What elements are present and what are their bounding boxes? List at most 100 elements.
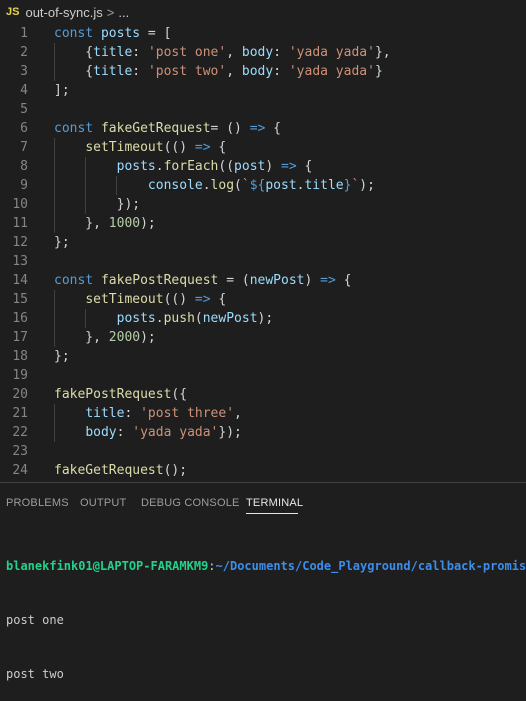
code-token: fakePostRequest <box>54 387 172 402</box>
code-line[interactable]: 8 posts.forEach((post) => { <box>0 157 526 176</box>
code-text: {title: 'post two', body: 'yada yada'} <box>54 62 383 81</box>
code-line[interactable]: 18}; <box>0 347 526 366</box>
terminal-user-host: blanekfink01@LAPTOP-FARAMKM9 <box>6 559 209 573</box>
code-token: push <box>163 311 195 326</box>
code-token: ` <box>241 178 250 193</box>
code-text: fakePostRequest({ <box>54 385 187 404</box>
code-line[interactable]: 6 const fakeGetRequest= () => { <box>0 119 526 138</box>
code-token: newPost <box>249 273 305 288</box>
tab-debug-console[interactable]: DEBUG CONSOLE <box>141 497 240 509</box>
code-line[interactable]: 1 const posts = [ <box>0 24 526 43</box>
code-token: body <box>85 425 117 440</box>
code-token: . <box>155 311 164 326</box>
code-token: . <box>155 159 164 174</box>
code-line[interactable]: 9 console.log(`${post.title}`); <box>0 176 526 195</box>
code-line[interactable]: 11 }, 1000); <box>0 214 526 233</box>
code-line[interactable]: 23 <box>0 442 526 461</box>
tab-problems[interactable]: PROBLEMS <box>6 497 69 509</box>
line-number: 10 <box>12 197 28 212</box>
code-text: setTimeout(() => { <box>54 138 226 157</box>
code-token: const <box>54 26 101 41</box>
code-token: , <box>234 406 242 421</box>
code-token: }); <box>218 425 242 440</box>
code-line[interactable]: 20 fakePostRequest({ <box>0 385 526 404</box>
code-text: }; <box>54 347 70 366</box>
code-token: : <box>273 64 289 79</box>
code-line[interactable]: 21 title: 'post three', <box>0 404 526 423</box>
line-number: 12 <box>12 235 28 250</box>
code-text: const posts = [ <box>54 24 171 43</box>
terminal-colon: : <box>208 559 216 573</box>
code-token: : <box>132 64 148 79</box>
code-line[interactable]: 24 fakeGetRequest(); <box>0 461 526 480</box>
breadcrumb-symbols[interactable]: ... <box>118 5 129 20</box>
code-text: posts.forEach((post) => { <box>54 157 313 176</box>
terminal[interactable]: blanekfink01@LAPTOP-FARAMKM9:~/Documents… <box>6 521 526 701</box>
code-token: => <box>194 140 211 155</box>
code-token: (( <box>218 159 235 174</box>
code-token: => <box>249 121 266 136</box>
code-line[interactable]: 14 const fakePostRequest = (newPost) => { <box>0 271 526 290</box>
code-line[interactable]: 12}; <box>0 233 526 252</box>
breadcrumb-file[interactable]: out-of-sync.js <box>25 5 102 20</box>
code-token: } <box>374 64 383 79</box>
code-token: { <box>210 140 227 155</box>
code-token: ); <box>140 216 156 231</box>
code-token: ( <box>194 311 203 326</box>
line-number: 2 <box>20 45 28 60</box>
code-text: }); <box>54 195 140 214</box>
code-token: . <box>202 178 211 193</box>
terminal-prompt: blanekfink01@LAPTOP-FARAMKM9:~/Documents… <box>6 557 526 575</box>
code-token: ${ <box>249 178 266 193</box>
code-line[interactable]: 22 body: 'yada yada'}); <box>0 423 526 442</box>
code-token: (); <box>163 463 188 478</box>
chevron-right-icon: > <box>106 4 115 20</box>
code-token: }; <box>54 235 70 250</box>
code-token: newPost <box>202 311 258 326</box>
code-editor[interactable]: 1 const posts = [2 {title: 'post one', bo… <box>0 24 526 482</box>
code-text: {title: 'post one', body: 'yada yada'}, <box>54 43 390 62</box>
code-line[interactable]: 10 }); <box>0 195 526 214</box>
code-line[interactable]: 4]; <box>0 81 526 100</box>
code-token: ({ <box>171 387 188 402</box>
code-line[interactable]: 16 posts.push(newPost); <box>0 309 526 328</box>
code-token: posts <box>116 159 156 174</box>
line-number: 6 <box>20 121 28 136</box>
code-line[interactable]: 19 <box>0 366 526 385</box>
code-token: body <box>241 64 274 79</box>
line-number: 13 <box>12 254 28 269</box>
code-line[interactable]: 3 {title: 'post two', body: 'yada yada'} <box>0 62 526 81</box>
line-number: 14 <box>12 273 28 288</box>
code-token: (() <box>163 140 195 155</box>
code-line[interactable]: 7 setTimeout(() => { <box>0 138 526 157</box>
code-token: = [ <box>140 26 172 41</box>
code-line[interactable]: 13 <box>0 252 526 271</box>
tab-output[interactable]: OUTPUT <box>80 497 126 509</box>
tab-terminal[interactable]: TERMINAL <box>246 497 303 509</box>
code-token: : <box>116 425 133 440</box>
code-token: , <box>226 64 242 79</box>
javascript-file-icon: JS <box>6 6 20 18</box>
code-token: fakeGetRequest <box>54 463 164 478</box>
code-token: posts <box>116 311 156 326</box>
code-token: body <box>241 45 274 60</box>
code-line[interactable]: 17 }, 2000); <box>0 328 526 347</box>
line-number: 24 <box>12 463 28 478</box>
terminal-output-line: post two <box>6 667 64 681</box>
code-line[interactable]: 15 setTimeout(() => { <box>0 290 526 309</box>
line-number: 22 <box>12 425 28 440</box>
code-line[interactable]: 5 <box>0 100 526 119</box>
code-text: fakeGetRequest(); <box>54 461 187 480</box>
breadcrumb: JS out-of-sync.js > ... <box>0 0 526 24</box>
code-line[interactable]: 2 {title: 'post one', body: 'yada yada'}… <box>0 43 526 62</box>
code-token: = ( <box>218 273 250 288</box>
code-text: setTimeout(() => { <box>54 290 226 309</box>
code-token: = () <box>210 121 250 136</box>
code-text: body: 'yada yada'}); <box>54 423 242 442</box>
line-number: 1 <box>20 26 28 41</box>
line-number: 21 <box>12 406 28 421</box>
